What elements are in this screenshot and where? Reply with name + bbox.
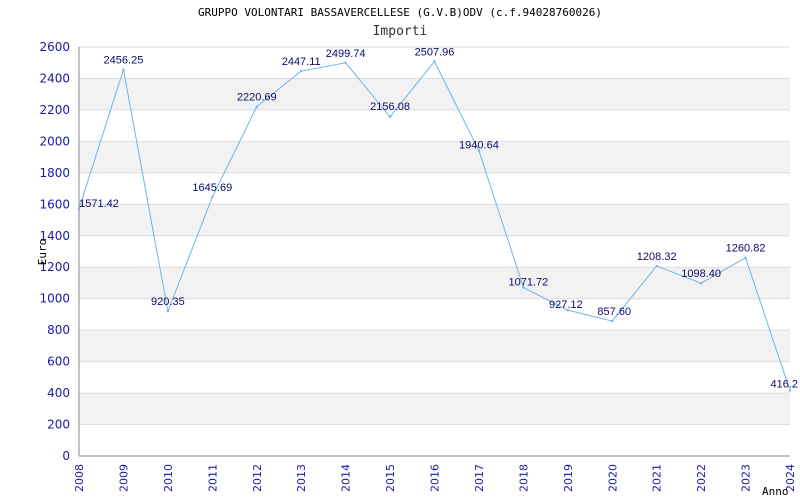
x-axis-label: Anno [762,485,789,498]
y-tick-label: 2400 [39,71,70,85]
data-label: 1260.82 [726,243,766,255]
data-point [255,105,258,108]
x-tick-label: 2015 [384,464,397,492]
x-tick-label: 2021 [651,464,664,492]
x-tick-label: 2013 [295,464,308,492]
data-point [699,282,703,285]
x-tick-label: 2023 [740,464,753,492]
data-label: 416.2 [770,379,798,391]
data-point [388,115,392,119]
data-label: 1571.42 [79,198,119,210]
y-tick-label: 0 [62,449,70,463]
data-label: 2156.08 [370,101,410,113]
y-axis-label: Euro [36,239,49,266]
grid-band [79,393,790,425]
x-tick-label: 2011 [206,464,219,492]
data-label: 1098.40 [681,268,721,280]
data-point [122,68,125,71]
x-tick-label: 2012 [251,464,264,492]
data-point [299,69,303,73]
x-tick-label: 2019 [562,464,575,492]
y-tick-label: 200 [47,418,70,432]
data-label: 2507.96 [415,46,455,58]
grid-band [79,141,790,173]
y-tick-label: 2000 [39,134,70,148]
y-tick-label: 1800 [39,166,70,180]
x-tick-label: 2009 [117,464,130,492]
data-label: 1940.64 [459,140,499,152]
y-tick-label: 1600 [39,197,70,211]
grid-band [79,78,790,110]
y-tick-label: 2200 [39,103,70,117]
x-tick-label: 2014 [340,464,353,492]
data-label: 857.60 [597,306,631,318]
data-label: 1645.69 [192,182,232,194]
data-label: 927.12 [549,299,583,311]
data-label: 1071.72 [508,276,548,288]
data-label: 1208.32 [637,251,677,263]
x-tick-label: 2017 [473,464,486,492]
y-tick-label: 2600 [39,40,70,54]
data-point [344,61,347,64]
x-tick-labels: 2008 2009 2010 2011 2012 2013 2014 2015 2016 2017… [73,464,797,492]
y-tick-label: 800 [47,323,70,337]
chart-page: GRUPPO VOLONTARI BASSAVERCELLESE (G.V.B)… [0,0,800,500]
data-label: 2220.69 [237,92,277,104]
line-chart: 0200400600800100012001400160018002000220… [36,40,798,498]
data-point [611,319,614,323]
x-tick-label: 2016 [429,464,442,492]
data-point [744,256,747,259]
data-point [655,264,658,268]
y-tick-label: 1000 [39,292,70,306]
x-tick-label: 2022 [695,464,708,492]
grid-band [79,330,790,362]
grid-bands [79,78,790,425]
data-label: 920.35 [151,296,185,308]
x-tick-label: 2018 [517,464,530,492]
x-tick-label: 2008 [73,464,86,492]
grid-band [79,204,790,236]
data-point [433,60,436,63]
x-tick-label: 2020 [606,464,619,492]
data-point [166,310,170,313]
data-label: 2499.74 [326,48,366,60]
data-label: 2447.11 [282,56,321,68]
data-label: 2456.25 [104,55,144,67]
data-point [211,195,214,199]
x-tick-label: 2010 [162,464,175,492]
y-tick-label: 600 [47,355,70,369]
y-tick-label: 400 [47,386,70,400]
